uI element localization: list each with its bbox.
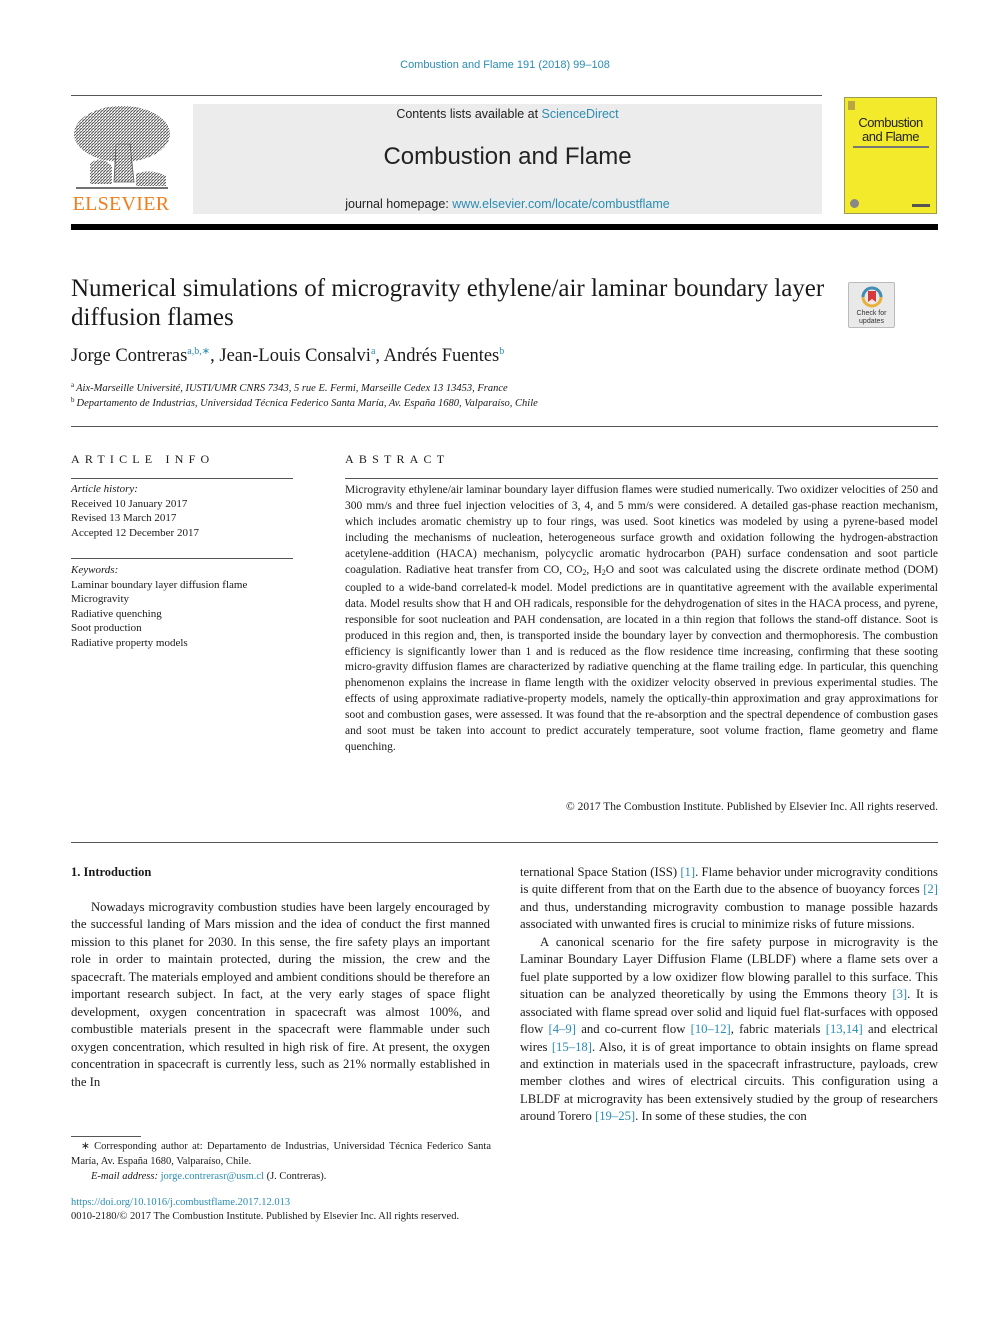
header-thick-rule [71,224,938,230]
text-segment: ternational Space Station (ISS) [520,865,681,879]
abstract-segment: , H [586,563,602,576]
elsevier-logo[interactable]: ELSEVIER [70,104,172,216]
journal-name: Combustion and Flame [383,143,632,170]
history-label: Article history: [71,483,138,495]
affiliation-text: Departamento de Industrias, Universidad … [76,398,538,409]
article-info-rule [71,478,293,479]
affiliation-a: a Aix-Marseille Université, IUSTI/UMR CNR… [71,381,508,394]
abstract-segment: O and soot was calculated using the disc… [345,563,938,754]
right-column: ternational Space Station (ISS) [1]. Fla… [520,864,938,1126]
author-affiliation-marks[interactable]: b [499,346,504,357]
affiliation-mark: b [71,396,75,404]
homepage-prefix: journal homepage: [345,197,453,211]
reference-link[interactable]: [3] [892,987,907,1001]
journal-cover-thumbnail[interactable]: Combustion and Flame [844,97,937,214]
footnote-rule [71,1136,141,1137]
cover-subtitle-bar [853,146,929,148]
reference-link[interactable]: [19–25] [595,1109,635,1123]
author-name[interactable]: Andrés Fuentes [384,346,500,366]
history-revised: Revised 13 March 2017 [71,512,177,524]
corresponding-author-footnote: ∗ Corresponding author at: Departamento … [71,1139,491,1184]
author-affiliation-marks[interactable]: a [371,346,375,357]
check-label-line2: updates [859,318,884,325]
keyword-item: Radiative property models [71,636,188,649]
cover-publisher-icon [848,101,855,110]
section-rule [71,426,938,427]
keyword-item: Laminar boundary layer diffusion flame [71,578,248,591]
abstract-copyright: © 2017 The Combustion Institute. Publish… [565,801,938,813]
cover-title-line1: Combustion [858,115,923,130]
author-name[interactable]: Jean-Louis Consalvi [219,346,371,366]
keyword-item: Soot production [71,622,142,634]
reference-link[interactable]: [4–9] [549,1022,576,1036]
text-segment: and thus, understanding mi­crogravity co… [520,899,938,932]
reference-link[interactable]: [1] [680,865,695,879]
affiliation-text: Aix-Marseille Université, IUSTI/UMR CNRS… [76,383,508,394]
intro-paragraph-2: A canonical scenario for the fire safety… [520,934,938,1126]
reference-link[interactable]: [2] [923,882,938,896]
text-segment: A canonical scenario for the fire safety… [520,934,938,1002]
author-name[interactable]: Jorge Contreras [71,346,187,366]
history-received: Received 10 January 2017 [71,497,188,510]
affiliation-b: b Departamento de Industrias, Universidad… [71,396,538,409]
elsevier-wordmark: ELSEVIER [72,193,170,215]
reference-link[interactable]: [10–12] [691,1022,731,1036]
section-rule [71,842,938,843]
abstract-segment: Microgravity ethylene/air laminar bounda… [345,484,938,576]
intro-paragraph-1: Nowadays microgravity combustion studies… [71,900,490,1089]
article-history: Article history: Received 10 January 201… [71,482,301,540]
abstract-rule [345,478,938,479]
header-top-rule [71,95,822,96]
cover-publisher-mark [912,204,930,207]
abstract-heading: ABSTRACT [345,452,450,466]
history-accepted: Accepted 12 December 2017 [71,526,199,539]
author-affiliation-marks[interactable]: a,b,∗ [187,346,210,357]
email-label: E-mail address: [91,1171,158,1182]
footnote-mark: ∗ [81,1141,90,1152]
check-for-updates-button[interactable]: Check for updates [848,282,895,328]
journal-citation-link[interactable]: Combustion and Flame 191 (2018) 99–108 [0,59,992,71]
article-info-heading: ARTICLE INFO [71,452,215,466]
cover-title-line2: and Flame [862,129,919,144]
text-segment: , fabric materials [730,1022,826,1037]
keywords-label: Keywords: [71,564,119,576]
homepage-line: journal homepage: www.elsevier.com/locat… [193,197,822,211]
crossmark-icon [861,286,883,308]
introduction-heading: 1. Introduction [71,865,152,879]
footnote-text: Corresponding author at: Departamento de… [71,1141,491,1167]
affiliation-mark: a [71,381,75,389]
left-column: Nowadays microgravity combustion studies… [71,899,490,1091]
email-link[interactable]: jorge.contrerasr@usm.cl [161,1171,264,1182]
journal-homepage-link[interactable]: www.elsevier.com/locate/combustflame [452,197,669,211]
keyword-item: Radiative quenching [71,607,162,620]
text-segment: . In some of these studies, the con­ [635,1109,807,1124]
sciencedirect-link[interactable]: ScienceDirect [542,107,619,121]
text-segment: and co-current flow [575,1022,691,1037]
email-suffix: (J. Contreras). [263,1171,327,1182]
elsevier-tree-icon [74,106,170,189]
cover-title: Combustion and Flame [845,116,936,144]
contents-line: Contents lists available at ScienceDirec… [193,107,822,121]
contents-prefix: Contents lists available at [396,107,542,121]
keywords-block: Keywords: Laminar boundary layer diffusi… [71,563,301,650]
check-label-line1: Check for [856,310,887,317]
issn-copyright: 0010-2180/© 2017 The Combustion Institut… [71,1211,460,1222]
keywords-rule [71,558,293,559]
abstract-text: Microgravity ethylene/air laminar bounda… [345,483,938,756]
keyword-item: Microgravity [71,593,130,605]
intro-paragraph-continued: ternational Space Station (ISS) [1]. Fla… [520,864,938,934]
reference-link[interactable]: [15–18] [552,1040,592,1054]
article-title: Numerical simulations of microgravity et… [71,275,825,331]
author-list: Jorge Contrerasa,b,∗, Jean-Louis Consalv… [71,346,505,366]
reference-link[interactable]: [13,14] [826,1022,863,1036]
doi-link[interactable]: https://doi.org/10.1016/j.combustflame.2… [71,1197,290,1208]
check-for-updates-label: Check for updates [849,310,894,326]
cover-seal-icon [850,199,859,208]
